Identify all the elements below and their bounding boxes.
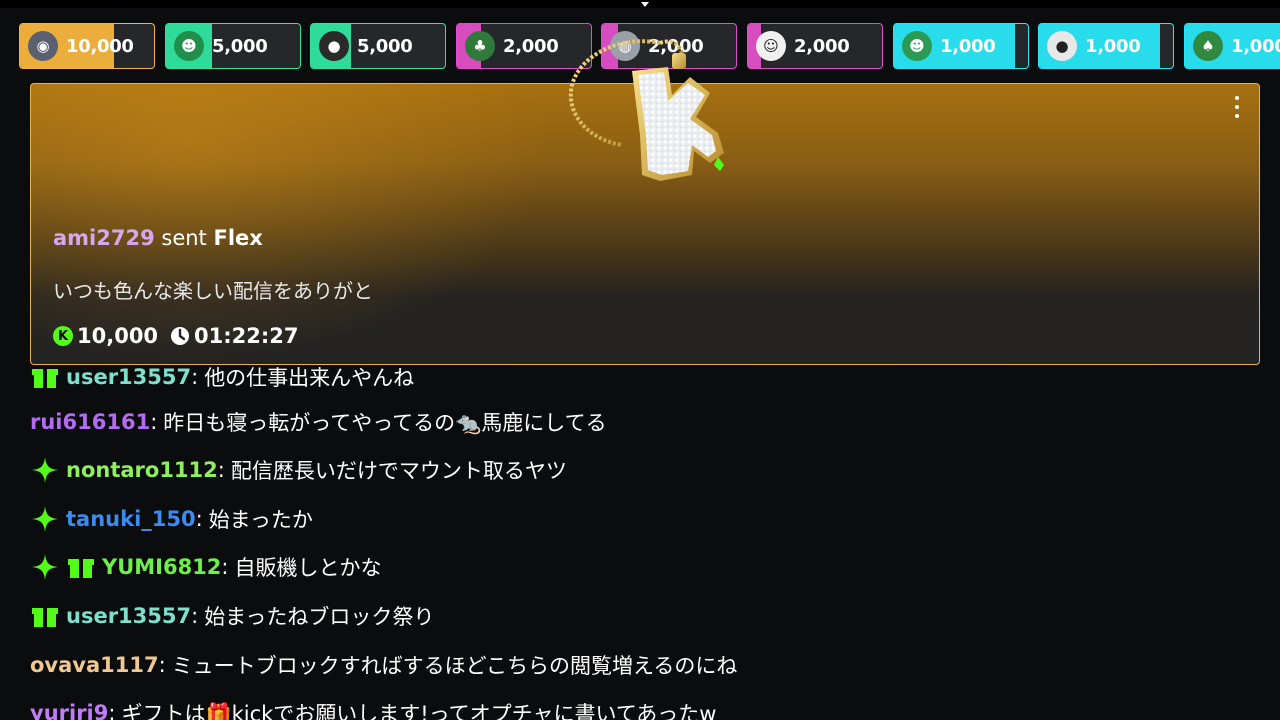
gift-sender-line: ami2729 sent Flex [53,226,263,250]
card-glow [31,84,551,364]
collapse-caret-icon[interactable] [641,2,649,7]
chat-separator: : [108,701,116,720]
chat-separator: : [217,458,225,482]
gift-pill[interactable]: ● 1,000 [1038,23,1174,69]
avatar-white-icon: ● [1047,31,1077,61]
chat-message: user13557: 他の仕事出来んやんね [30,360,414,397]
stream-chat-panel: ◉ 10,000 ☻ 5,000 ● 5,000 ♣ 2,000 ◍ 2,000 ☺ 2,000 ☻ 1,… [0,0,1280,720]
chat-message: tanuki_150: 始まったか [30,499,313,539]
chat-message-text: 昨日も寝っ転がってやってるの🐀馬鹿にしてる [163,411,607,435]
chat-separator: : [150,410,158,434]
gift-name: Flex [213,226,263,250]
gift-pill[interactable]: ● 5,000 [310,23,446,69]
gift-amount: 10,000 [77,324,159,348]
chat-message-text: ミュートブロックすればするほどこちらの閲覧増えるのにね [171,654,738,678]
more-vertical-icon[interactable] [1231,96,1243,118]
chat-message: user13557: 始まったねブロック祭り [30,596,434,636]
gift-pill-amount: 5,000 [357,36,413,57]
sparkle-badge-icon [30,455,60,485]
gift-timer: 01:22:27 [194,324,299,348]
gift-stats: K 10,000 01:22:27 [53,324,299,348]
chat-message-text: 他の仕事出来んやんね [204,366,415,390]
gift-pill-amount: 5,000 [212,36,268,57]
chat-message-text: 自販機しとかな [234,556,382,580]
avatar-helmet-icon: ◉ [28,31,58,61]
avatar-green-hat-icon: ♣ [465,31,495,61]
gift-pill[interactable]: ☺ 2,000 [747,23,883,69]
gift-pill-amount: 10,000 [66,36,134,57]
avatar-mouse-icon: ● [319,31,349,61]
gift-pill-amount: 2,000 [503,36,559,57]
gift-pill-amount: 1,000 [1231,36,1280,57]
gift-badge-icon [30,362,60,392]
chat-message: yuriri9: ギフトは🎁kickでお願いします!ってオプチャに書いてあったw [30,693,716,720]
chat-username[interactable]: nontaro1112 [66,458,218,482]
chat-username[interactable]: rui616161 [30,410,150,434]
chat-message-text: ギフトは🎁kickでお願いします!ってオプチャに書いてあったw [121,702,717,720]
chat-username[interactable]: tanuki_150 [66,507,196,531]
avatar-green-blob-icon: ♠ [1193,31,1223,61]
chat-username[interactable]: user13557 [66,365,191,389]
avatar-cartoon-icon: ☺ [756,31,786,61]
chat-username[interactable]: yuriri9 [30,701,108,720]
gift-pill[interactable]: ◉ 10,000 [19,23,155,69]
chat-username[interactable]: YUMI6812 [102,555,221,579]
avatar-green-icon: ☻ [902,31,932,61]
chat-separator: : [191,604,199,628]
chat-username[interactable]: user13557 [66,604,191,628]
chat-message-text: 配信歴長いだけでマウント取るヤツ [230,459,567,483]
chat-separator: : [158,653,166,677]
gift-pill-amount: 1,000 [1085,36,1141,57]
kick-coin-icon: K [53,326,73,346]
chat-message: ovava1117: ミュートブロックすればするほどこちらの閲覧増えるのにね [30,645,737,685]
gift-badge-icon [30,601,60,631]
chat-username[interactable]: ovava1117 [30,653,159,677]
sparkle-badge-icon [30,504,60,534]
gift-pill[interactable]: ☻ 1,000 [893,23,1029,69]
gift-pill[interactable]: ☻ 5,000 [165,23,301,69]
sparkle-badge-icon [30,552,60,582]
chat-message: rui616161: 昨日も寝っ転がってやってるの🐀馬鹿にしてる [30,402,607,442]
chat-separator: : [195,507,203,531]
gift-verb: sent [161,226,207,250]
chat-message: nontaro1112: 配信歴長いだけでマウント取るヤツ [30,450,567,490]
gift-pill[interactable]: ♠ 1,000 [1184,23,1280,69]
chat-separator: : [191,365,199,389]
gift-sender-username[interactable]: ami2729 [53,226,155,250]
flex-chain-pendant-icon [568,39,724,181]
chat-separator: : [221,555,229,579]
gift-pill-amount: 1,000 [940,36,996,57]
gift-pill-amount: 2,000 [794,36,850,57]
clock-icon [171,327,190,345]
top-strip [0,0,1280,8]
chat-message-text: 始まったねブロック祭り [204,605,435,629]
gift-badge-icon [66,552,96,582]
chat-message: YUMI6812: 自販機しとかな [30,547,382,587]
chat-message-list[interactable]: user13557: 他の仕事出来んやんね rui616161: 昨日も寝っ転がってや… [30,360,1260,720]
chat-message-text: 始まったか [208,508,313,532]
avatar-green-face-icon: ☻ [174,31,204,61]
gift-message: いつも色んな楽しい配信をありがと [53,279,373,303]
